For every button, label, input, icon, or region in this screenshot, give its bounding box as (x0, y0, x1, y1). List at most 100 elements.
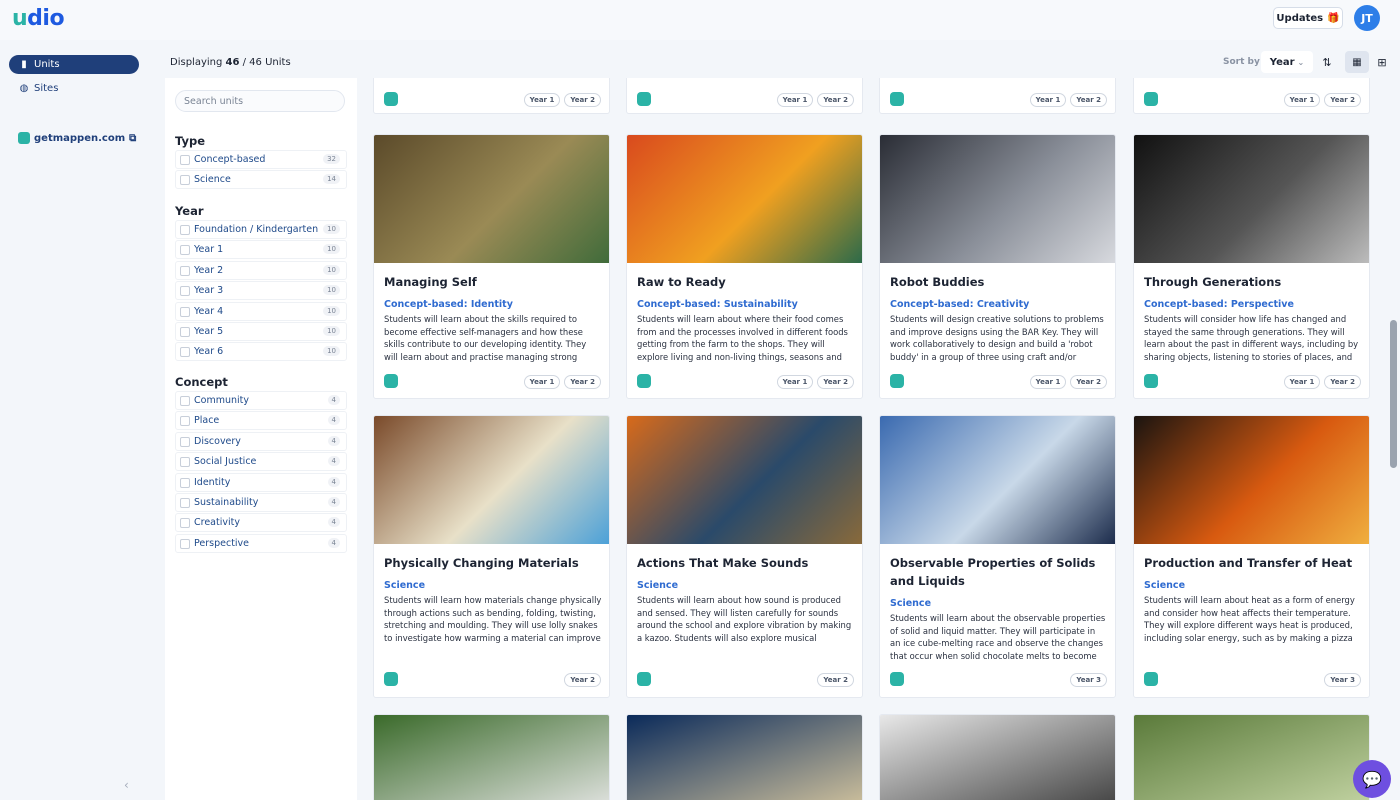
filter-checkbox[interactable] (180, 498, 190, 508)
filter-count-badge: 4 (327, 497, 340, 507)
unit-card[interactable]: Robot Buddies Concept-based: Creativity St… (879, 134, 1116, 399)
mappen-logo-icon (384, 92, 398, 106)
results-header: Displaying 46 / 46 Units Sort by Year ⌄ … (165, 48, 1400, 78)
filter-checkbox[interactable] (180, 538, 190, 549)
unit-card-partial[interactable]: Year 1 Year 2 (879, 78, 1116, 114)
displaying-count: Displaying 46 / 46 Units (170, 57, 291, 68)
filter-checkbox[interactable] (180, 347, 190, 358)
unit-image (880, 135, 1115, 263)
unit-image (880, 715, 1115, 800)
filter-option[interactable]: Year 2 10 (175, 260, 347, 280)
filter-option[interactable]: Year 1 10 (175, 240, 347, 260)
filter-count-badge: 10 (323, 305, 340, 316)
filter-option[interactable]: Year 6 10 (175, 342, 347, 362)
getmappen-link[interactable]: getmappen.com ⧉ (18, 132, 136, 144)
unit-card-partial[interactable]: Year 1 Year 2 (626, 78, 863, 114)
grid-view-icon[interactable]: ▦ (1345, 51, 1369, 73)
filter-option[interactable]: Identity 4 (175, 472, 347, 492)
unit-image (627, 715, 862, 800)
chat-support-button[interactable]: 💬 (1353, 760, 1391, 798)
unit-image (374, 715, 609, 800)
filter-option[interactable]: Creativity 4 (175, 513, 347, 533)
filter-checkbox[interactable] (180, 225, 190, 235)
unit-card[interactable] (879, 714, 1116, 800)
scrollbar-thumb[interactable] (1390, 320, 1397, 468)
mappen-logo-icon (637, 672, 651, 686)
filter-option[interactable]: Social Justice 4 (175, 452, 347, 472)
filter-option[interactable]: Year 4 10 (175, 301, 347, 321)
year-badge: Year 1 (523, 93, 561, 107)
mappen-logo-icon (890, 374, 904, 388)
unit-description: Students will design creative solutions … (890, 314, 1104, 362)
unit-image (880, 416, 1115, 544)
filter-option-label: Year 3 (194, 285, 224, 297)
unit-card[interactable]: Actions That Make Sounds Science Students … (626, 415, 863, 698)
filter-count-badge: 4 (327, 537, 340, 548)
filter-option[interactable]: Concept-based 32 (175, 150, 347, 169)
unit-title: Actions That Make Sounds (637, 556, 809, 570)
filter-checkbox[interactable] (180, 327, 190, 337)
filter-checkbox[interactable] (180, 265, 190, 276)
filter-checkbox[interactable] (180, 245, 190, 256)
sort-select[interactable]: Year ⌄ (1261, 51, 1313, 73)
mappen-logo-icon (384, 374, 398, 388)
filter-checkbox[interactable] (180, 175, 190, 186)
filter-count-badge: 4 (327, 415, 340, 426)
unit-card[interactable]: Managing Self Concept-based: Identity Stud… (373, 134, 610, 399)
filter-checkbox[interactable] (180, 457, 190, 468)
filter-checkbox[interactable] (180, 518, 190, 529)
sort-value: Year (1269, 56, 1295, 68)
filter-checkbox[interactable] (180, 436, 190, 447)
collapse-sidebar-icon[interactable]: ‹ (124, 778, 129, 792)
unit-card[interactable] (1133, 714, 1370, 800)
filter-checkbox[interactable] (180, 477, 190, 488)
mappen-logo-icon (384, 672, 398, 686)
filter-option-label: Concept-based (194, 154, 266, 165)
filter-option[interactable]: Year 5 10 (175, 322, 347, 341)
unit-title: Observable Properties of Solids and Liqu… (890, 556, 1096, 588)
unit-card[interactable]: Observable Properties of Solids and Liqu… (879, 415, 1116, 698)
nav-item-units[interactable]: ▮ Units (9, 55, 139, 74)
year-badge: Year 1 (1283, 93, 1321, 107)
filter-option[interactable]: Science 14 (175, 170, 347, 190)
user-avatar[interactable]: JT (1354, 5, 1380, 31)
unit-card-partial[interactable]: Year 1 Year 2 (373, 78, 610, 114)
filter-option[interactable]: Discovery 4 (175, 431, 347, 451)
filter-option[interactable]: Sustainability 4 (175, 493, 347, 512)
filter-checkbox[interactable] (180, 306, 190, 317)
year-badge: Year 1 (523, 375, 561, 389)
filter-checkbox[interactable] (180, 416, 190, 427)
unit-card-partial[interactable]: Year 1 Year 2 (1133, 78, 1370, 114)
mappen-logo-icon (1144, 92, 1158, 106)
filter-option[interactable]: Year 3 10 (175, 281, 347, 301)
filter-checkbox[interactable] (180, 396, 190, 406)
mappen-logo-icon (637, 92, 651, 106)
updates-button[interactable]: Updates 🎁 (1273, 7, 1343, 29)
year-badge: Year 2 (564, 375, 601, 389)
unit-card[interactable]: Physically Changing Materials Science Stud… (373, 415, 610, 698)
search-units-input[interactable]: Search units (175, 90, 345, 112)
filter-option[interactable]: Perspective 4 (175, 533, 347, 553)
unit-card[interactable] (373, 714, 610, 800)
app-logo[interactable]: udio (12, 6, 65, 31)
filter-option-label: Place (194, 415, 220, 427)
unit-card[interactable]: Raw to Ready Concept-based: Sustainabilit… (626, 134, 863, 399)
unit-card[interactable] (626, 714, 863, 800)
unit-image (1134, 135, 1369, 263)
unit-card[interactable]: Through Generations Concept-based: Perspe… (1133, 134, 1370, 399)
year-badge: Year 2 (1070, 375, 1107, 389)
chevron-down-icon: ⌄ (1297, 57, 1305, 67)
table-view-icon[interactable]: ⊞ (1370, 51, 1394, 73)
filter-option[interactable]: Community 4 (175, 391, 347, 410)
sort-direction-icon[interactable]: ⇅ (1315, 51, 1339, 73)
unit-card[interactable]: Production and Transfer of Heat Science St… (1133, 415, 1370, 698)
filter-option[interactable]: Foundation / Kindergarten 10 (175, 220, 347, 239)
year-badge: Year 1 (776, 93, 814, 107)
filter-checkbox[interactable] (180, 286, 190, 297)
nav-item-sites[interactable]: ◍ Sites (9, 79, 139, 98)
filter-checkbox[interactable] (180, 155, 190, 165)
updates-label: Updates (1276, 12, 1324, 24)
sort-by-label: Sort by (1223, 57, 1260, 67)
unit-type-tag: Concept-based: Creativity (890, 299, 1030, 310)
filter-option[interactable]: Place 4 (175, 411, 347, 431)
